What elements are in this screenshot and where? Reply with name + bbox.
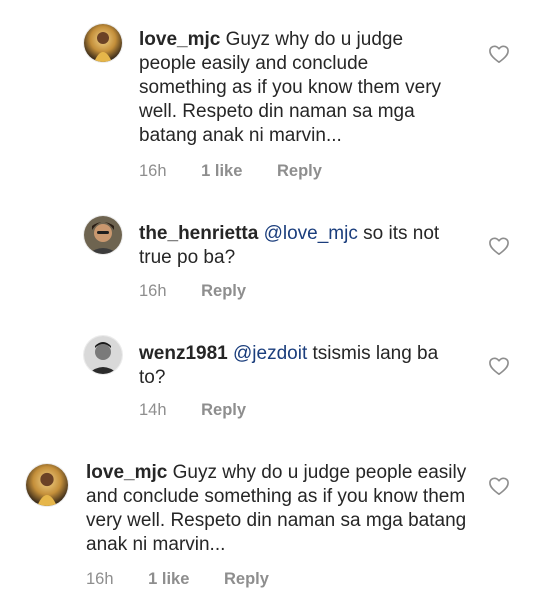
comment-body: the_henrietta @love_mjc so its not true … <box>139 222 469 270</box>
heart-outline-icon <box>489 357 509 375</box>
avatar[interactable] <box>84 216 122 254</box>
comment-username[interactable]: love_mjc <box>139 29 220 50</box>
comment-body: wenz1981 @jezdoit tsismis lang ba to? <box>139 342 469 390</box>
comment-username[interactable]: the_henrietta <box>139 223 258 244</box>
heart-outline-icon <box>489 237 509 255</box>
reply-button[interactable]: Reply <box>201 401 246 419</box>
comment-meta: 16h 1 like Reply <box>86 569 299 589</box>
like-button[interactable] <box>488 476 510 496</box>
reply-button[interactable]: Reply <box>277 162 322 180</box>
comment-time: 16h <box>139 162 167 180</box>
comment-time: 16h <box>139 282 167 300</box>
comment-username[interactable]: wenz1981 <box>139 343 228 364</box>
comment-body: love_mjc Guyz why do u judge people easi… <box>86 461 471 557</box>
like-button[interactable] <box>488 236 510 256</box>
comment-meta: 16h Reply <box>139 281 276 301</box>
heart-outline-icon <box>489 45 509 63</box>
comment-time: 16h <box>86 570 114 588</box>
comment-meta: 16h 1 like Reply <box>139 161 352 181</box>
avatar[interactable] <box>26 464 68 506</box>
comment-body: love_mjc Guyz why do u judge people easi… <box>139 28 449 148</box>
comment-time: 14h <box>139 401 167 419</box>
comment-username[interactable]: love_mjc <box>86 462 167 483</box>
like-button[interactable] <box>488 44 510 64</box>
like-button[interactable] <box>488 356 510 376</box>
heart-outline-icon <box>489 477 509 495</box>
reply-button[interactable]: Reply <box>224 570 269 588</box>
reply-button[interactable]: Reply <box>201 282 246 300</box>
comment-likes[interactable]: 1 like <box>148 570 189 588</box>
comment-mention[interactable]: @love_mjc <box>264 223 358 244</box>
comments-list: love_mjc Guyz why do u judge people easi… <box>0 0 540 599</box>
comment-mention[interactable]: @jezdoit <box>233 343 307 364</box>
comment-meta: 14h Reply <box>139 400 276 420</box>
comment-likes[interactable]: 1 like <box>201 162 242 180</box>
avatar[interactable] <box>84 336 122 374</box>
avatar[interactable] <box>84 24 122 62</box>
